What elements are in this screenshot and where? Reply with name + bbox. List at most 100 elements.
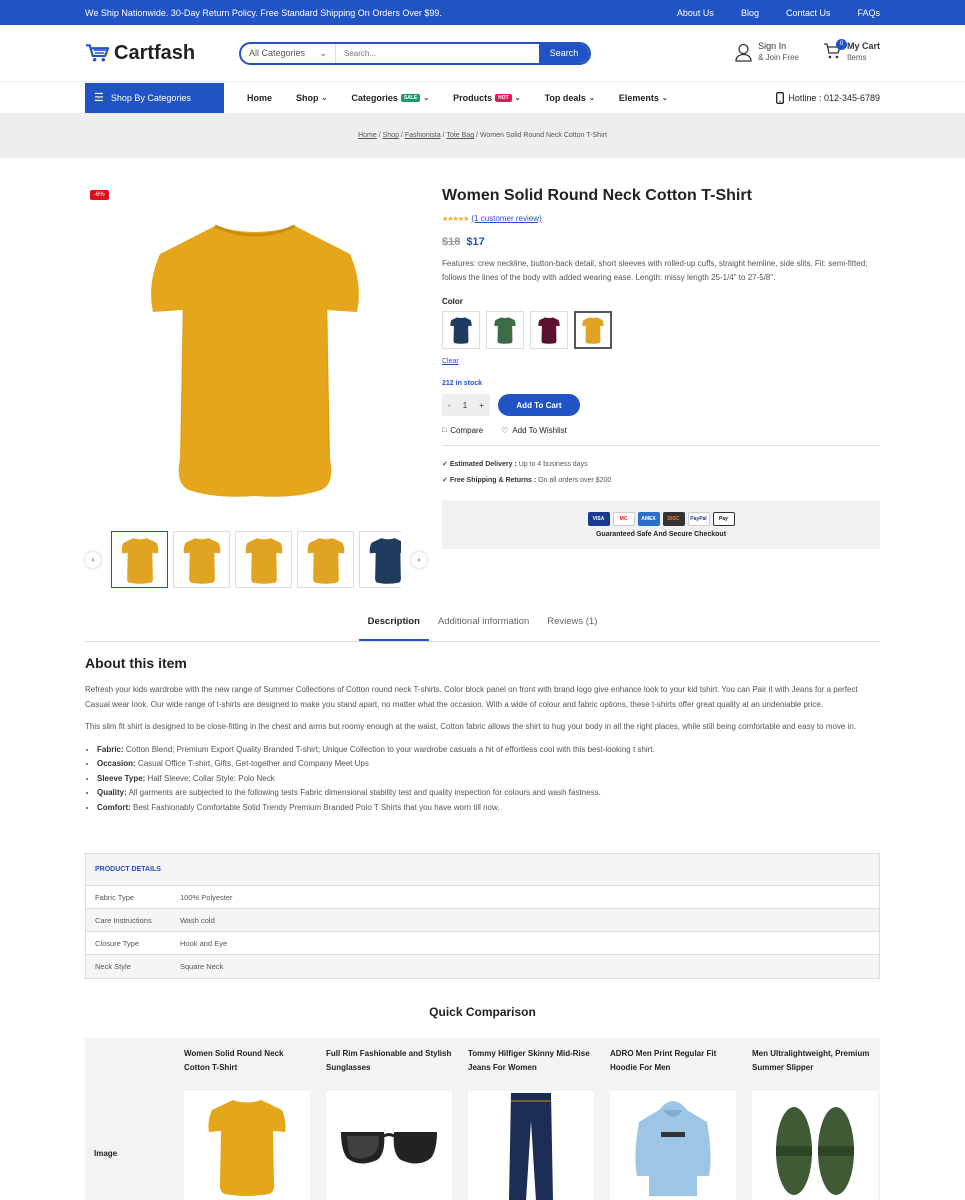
chevron-down-icon: ⌄ (661, 94, 668, 102)
nav-item-products[interactable]: Products HOT ⌄ (453, 93, 520, 103)
product-thumbnail[interactable] (235, 531, 292, 588)
feature-key: Quality: (97, 788, 127, 797)
about-paragraph-1: Refresh your kids wardrobe with the new … (85, 685, 858, 709)
visa-card-icon: VISA (587, 511, 610, 526)
comparison-product-name[interactable]: Women Solid Round Neck Cotton T-Shirt (184, 1047, 311, 1087)
wishlist-button[interactable]: ♡ Add To Wishlist (501, 426, 567, 435)
product-price: $18 $17 (442, 236, 880, 248)
table-row: Neck Style Square Neck (86, 955, 879, 978)
tshirt-icon (307, 537, 344, 584)
chevron-right-icon[interactable]: › (411, 551, 427, 568)
product-thumbnail[interactable] (359, 531, 401, 588)
site-logo[interactable]: Cartfash (85, 42, 239, 65)
product-short-description: Features: crew neckline, button-back det… (442, 259, 868, 282)
delivery-value: Up to 4 business days (518, 461, 588, 468)
product-details-table: PRODUCT DETAILS Fabric Type 100% Polyeste… (85, 853, 880, 979)
nav-item-categories[interactable]: Categories SALE ⌄ (351, 93, 429, 103)
color-swatch[interactable] (530, 311, 568, 349)
search-button[interactable]: Search (539, 43, 589, 63)
feature-key: Comfort: (97, 802, 131, 812)
color-swatch[interactable] (486, 311, 524, 349)
nav-label: Elements (618, 92, 659, 103)
cart-icon: 0 (823, 38, 847, 62)
sale-tag: SALE (400, 93, 421, 102)
sign-in-title: Sign In (758, 41, 787, 51)
breadcrumb-tote-bag[interactable]: Tote Bag (446, 132, 474, 139)
product-thumbnail[interactable] (111, 531, 168, 588)
detail-key: Care Instructions (95, 915, 152, 925)
chevron-left-icon[interactable]: ‹ (85, 551, 101, 568)
top-link-contact[interactable]: Contact Us (786, 8, 831, 18)
comparison-product-name[interactable]: Full Rim Fashionable and Stylish Sunglas… (326, 1047, 453, 1087)
comparison-product-image[interactable] (610, 1091, 736, 1200)
tshirt-icon (245, 537, 282, 584)
feature-value: Best Fashionably Comfortable Solid Trend… (130, 802, 500, 812)
jeans-icon (509, 1093, 553, 1200)
sunglasses-icon (341, 1131, 437, 1164)
comparison-product-image[interactable] (326, 1091, 452, 1200)
tab-additional-information[interactable]: Additional information (429, 612, 538, 641)
nav-label: Products (453, 92, 493, 103)
search-category-label: All Categories (249, 48, 306, 58)
feature-value: Casual Office T-shirt, Gifts, Get-togeth… (135, 759, 369, 768)
comparison-product-image[interactable] (752, 1091, 878, 1200)
sign-in-subtitle: & Join Free (758, 53, 799, 62)
paypal-icon: PayPal (687, 511, 710, 526)
comparison-product-name[interactable]: Men Ultralightweight, Premium Summer Sli… (752, 1047, 879, 1087)
top-bar: We Ship Nationwide. 30-Day Return Policy… (0, 0, 965, 25)
color-swatches (442, 311, 880, 349)
product-title: Women Solid Round Neck Cotton T-Shirt (442, 187, 752, 204)
breadcrumb-fashionista[interactable]: Fashionista (405, 132, 441, 139)
shipping-notice: We Ship Nationwide. 30-Day Return Policy… (85, 7, 442, 18)
cart-link[interactable]: 0 My Cart Items (823, 38, 880, 63)
search-input[interactable] (336, 43, 539, 63)
quick-comparison-title: Quick Comparison (429, 1005, 536, 1019)
top-link-about[interactable]: About Us (677, 8, 714, 18)
feature-key: Sleeve Type: (97, 773, 146, 783)
shield-check-icon: ✔ (442, 477, 448, 484)
nav-item-home[interactable]: Home (247, 93, 272, 103)
comparison-column: Men Ultralightweight, Premium Summer Sli… (752, 1038, 879, 1200)
customer-review-link[interactable]: (1 customer review) (471, 214, 541, 223)
breadcrumb-shop[interactable]: Shop (383, 132, 399, 139)
product-thumbnail[interactable] (297, 531, 354, 588)
nav-label: Shop (296, 92, 319, 103)
feature-value: Half Sleeve; Collar Style: Polo Neck (145, 773, 275, 783)
search-category-select[interactable]: All Categories ⌄ (241, 43, 336, 63)
product-main-image[interactable] (145, 214, 365, 499)
nav-label: Top deals (544, 92, 586, 103)
secure-checkout-box: VISA MC AMEX DISC PayPal Pay Guaranteed … (442, 500, 880, 549)
color-swatch[interactable] (442, 311, 480, 349)
chevron-down-icon: ⌄ (319, 47, 327, 58)
product-thumbnail[interactable] (173, 531, 230, 588)
comparison-product-name[interactable]: Tommy Hilfiger Skinny Mid-Rise Jeans For… (468, 1047, 595, 1087)
comparison-product-image[interactable] (468, 1091, 594, 1200)
sign-in-link[interactable]: Sign In & Join Free (735, 41, 799, 63)
tab-description[interactable]: Description (358, 612, 429, 641)
add-to-cart-button[interactable]: Add To Cart (498, 394, 580, 416)
shop-by-categories-button[interactable]: ☰ Shop By Categories (85, 82, 224, 113)
clear-selection-link[interactable]: Clear (442, 358, 459, 365)
top-link-faqs[interactable]: FAQs (857, 8, 880, 18)
nav-item-shop[interactable]: Shop ⌄ (296, 93, 327, 103)
chevron-down-icon: ⌄ (514, 94, 521, 102)
tshirt-icon (582, 317, 604, 344)
chevron-down-icon: ⌄ (423, 94, 430, 102)
shipping-info: ✔ Estimated Delivery : Up to 4 business … (442, 457, 880, 489)
comparison-column: Full Rim Fashionable and Stylish Sunglas… (326, 1038, 453, 1200)
qty-increase-button[interactable]: + (479, 401, 484, 410)
comparison-product-image[interactable] (184, 1091, 310, 1200)
qty-decrease-button[interactable]: - (448, 401, 451, 410)
nav-item-elements[interactable]: Elements ⌄ (619, 93, 668, 103)
top-link-blog[interactable]: Blog (741, 8, 759, 18)
cart-title: My Cart (846, 41, 880, 51)
tab-reviews[interactable]: Reviews (1) (538, 612, 606, 641)
secure-checkout-caption: Guaranteed Safe And Secure Checkout (595, 530, 727, 538)
color-swatch[interactable] (574, 311, 612, 349)
comparison-product-name[interactable]: ADRO Men Print Regular Fit Hoodie For Me… (610, 1047, 737, 1087)
qty-value[interactable]: 1 (463, 401, 467, 410)
hamburger-icon: ☰ (94, 92, 104, 104)
breadcrumb-home[interactable]: Home (358, 132, 377, 139)
nav-item-top-deals[interactable]: Top deals ⌄ (545, 93, 595, 103)
compare-button[interactable]: □ Compare (442, 426, 483, 435)
